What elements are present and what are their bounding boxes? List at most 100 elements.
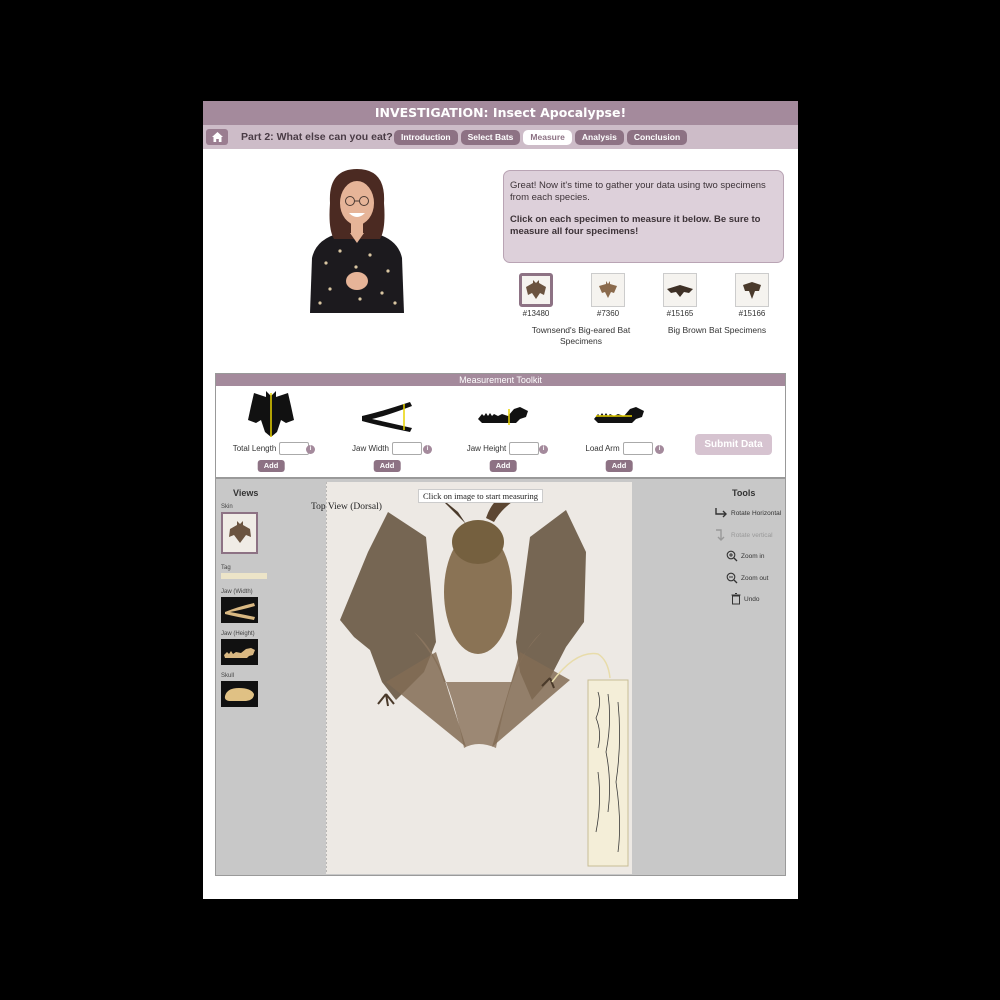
submit-data-button[interactable]: Submit Data	[695, 434, 772, 455]
load-arm-diagram-icon	[594, 407, 644, 423]
view-label: Skin	[221, 504, 233, 510]
add-load-arm-button[interactable]: Add	[605, 460, 633, 472]
total-length-diagram-icon	[248, 391, 294, 437]
jaw-height-icon	[224, 648, 255, 658]
tab-conclusion[interactable]: Conclusion	[626, 130, 688, 145]
measurement-label: Jaw Height	[466, 444, 507, 453]
specimen-thumbnail[interactable]	[519, 273, 553, 307]
info-icon[interactable]: i	[306, 445, 315, 454]
view-caption: Top View (Dorsal)	[311, 502, 382, 512]
tool-label: Zoom in	[741, 552, 765, 560]
measurement-label: Jaw Width	[352, 444, 389, 453]
home-icon	[211, 132, 223, 142]
view-jaw-height[interactable]: Jaw (Height)	[221, 631, 258, 665]
measurement-jaw-width: Jaw Width i Add	[332, 386, 442, 476]
specimen-thumbnail[interactable]	[591, 273, 625, 307]
group-label-townsends: Townsend's Big-eared Bat Specimens	[531, 325, 631, 346]
bat-skin-icon	[667, 285, 693, 297]
measurement-toolkit: Measurement Toolkit Total Length i Add J…	[215, 373, 786, 478]
tool-label: Zoom out	[741, 574, 769, 582]
jaw-height-input[interactable]	[509, 442, 540, 455]
zoom-in-button[interactable]: Zoom in	[726, 550, 764, 562]
view-label: Jaw (Width)	[221, 589, 253, 595]
specimen-15166[interactable]: #15166	[732, 273, 772, 318]
jaw-width-input[interactable]	[391, 442, 422, 455]
view-thumbnail[interactable]	[221, 681, 258, 707]
instruction-text: Great! Now it's time to gather your data…	[510, 180, 766, 203]
tool-label: Undo	[744, 595, 760, 603]
info-icon[interactable]: i	[539, 445, 548, 454]
jaw-width-icon	[225, 603, 255, 620]
app-title: INVESTIGATION: Insect Apocalypse!	[203, 101, 798, 125]
view-label: Jaw (Height)	[221, 631, 255, 637]
bat-skin-icon	[599, 281, 617, 298]
rotate-horizontal-icon	[715, 508, 727, 518]
specimen-15165[interactable]: #15165	[660, 273, 700, 318]
undo-icon	[731, 593, 741, 605]
view-jaw-width[interactable]: Jaw (Width)	[221, 589, 258, 623]
zoom-in-icon	[726, 550, 738, 562]
bat-skin-icon	[228, 521, 251, 543]
specimen-number: #13480	[522, 309, 550, 318]
app-window: INVESTIGATION: Insect Apocalypse! Part 2…	[203, 101, 798, 899]
jaw-width-diagram-icon	[362, 402, 412, 432]
view-label: Skull	[221, 673, 235, 679]
zoom-out-button[interactable]: Zoom out	[726, 572, 768, 584]
measure-hint: Click on image to start measuring	[418, 489, 543, 503]
instruction-bubble: Great! Now it's time to gather your data…	[503, 170, 784, 263]
add-jaw-height-button[interactable]: Add	[489, 460, 517, 472]
tab-introduction[interactable]: Introduction	[394, 130, 458, 145]
measurement-load-arm: Load Arm i Add	[564, 386, 674, 476]
total-length-input[interactable]	[279, 442, 310, 455]
specimen-7360[interactable]: #7360	[588, 273, 628, 318]
view-thumbnail[interactable]	[221, 512, 258, 554]
tools-title: Tools	[732, 488, 756, 498]
undo-button[interactable]: Undo	[731, 593, 760, 605]
view-label: Tag	[221, 565, 231, 571]
tab-select-bats[interactable]: Select Bats	[460, 130, 521, 145]
specimen-number: #15165	[666, 309, 694, 318]
bat-specimen-image[interactable]	[326, 482, 632, 874]
specimen-image-stage[interactable]: Click on image to start measuring	[326, 482, 632, 874]
info-icon[interactable]: i	[423, 445, 432, 454]
view-skull[interactable]: Skull	[221, 673, 258, 707]
info-icon[interactable]: i	[655, 445, 664, 454]
specimen-number: #15166	[738, 309, 766, 318]
measurement-total-length: Total Length i Add	[216, 386, 326, 476]
view-tag[interactable]: Tag	[221, 565, 267, 579]
rotate-horizontal-button[interactable]: Rotate Horizontal	[714, 507, 781, 519]
measurement-label: Load Arm	[585, 444, 620, 453]
zoom-out-icon	[726, 572, 738, 584]
views-title: Views	[233, 488, 259, 498]
instruction-bold-text: Click on each specimen to measure it bel…	[510, 214, 761, 237]
nav-bar: Part 2: What else can you eat? Introduct…	[203, 125, 798, 149]
bat-skin-icon	[743, 282, 761, 299]
view-thumbnail[interactable]	[221, 639, 258, 665]
view-thumbnail[interactable]	[221, 573, 267, 579]
load-arm-input[interactable]	[622, 442, 653, 455]
rotate-vertical-button[interactable]: Rotate vertical	[714, 529, 773, 541]
home-button[interactable]	[206, 129, 228, 145]
specimen-13480[interactable]: #13480	[516, 273, 556, 318]
tool-label: Rotate Horizontal	[731, 509, 782, 517]
specimen-thumbnail[interactable]	[663, 273, 697, 307]
add-jaw-width-button[interactable]: Add	[373, 460, 401, 472]
tab-measure[interactable]: Measure	[523, 130, 572, 145]
specimen-selector: #13480 #7360 #15165 #15166 Townsend's Bi…	[203, 273, 798, 348]
bat-skin-icon	[526, 280, 546, 299]
view-thumbnail[interactable]	[221, 597, 258, 623]
group-label-big-brown: Big Brown Bat Specimens	[667, 325, 767, 335]
measurement-jaw-height: Jaw Height i Add	[448, 386, 558, 476]
tab-analysis[interactable]: Analysis	[574, 130, 624, 145]
measurement-workspace: Views Skin Tag Jaw (Width) Jaw (Height)	[215, 478, 786, 876]
view-skin[interactable]: Skin	[221, 504, 258, 554]
add-total-length-button[interactable]: Add	[257, 460, 285, 472]
rotate-vertical-icon	[716, 529, 725, 541]
tab-bar: Introduction Select Bats Measure Analysi…	[394, 130, 688, 145]
toolkit-title: Measurement Toolkit	[216, 374, 785, 386]
jaw-height-diagram-icon	[478, 407, 528, 425]
part-title: Part 2: What else can you eat?	[241, 131, 393, 143]
tool-label: Rotate vertical	[731, 531, 773, 539]
measurement-label: Total Length	[232, 444, 277, 453]
specimen-thumbnail[interactable]	[735, 273, 769, 307]
